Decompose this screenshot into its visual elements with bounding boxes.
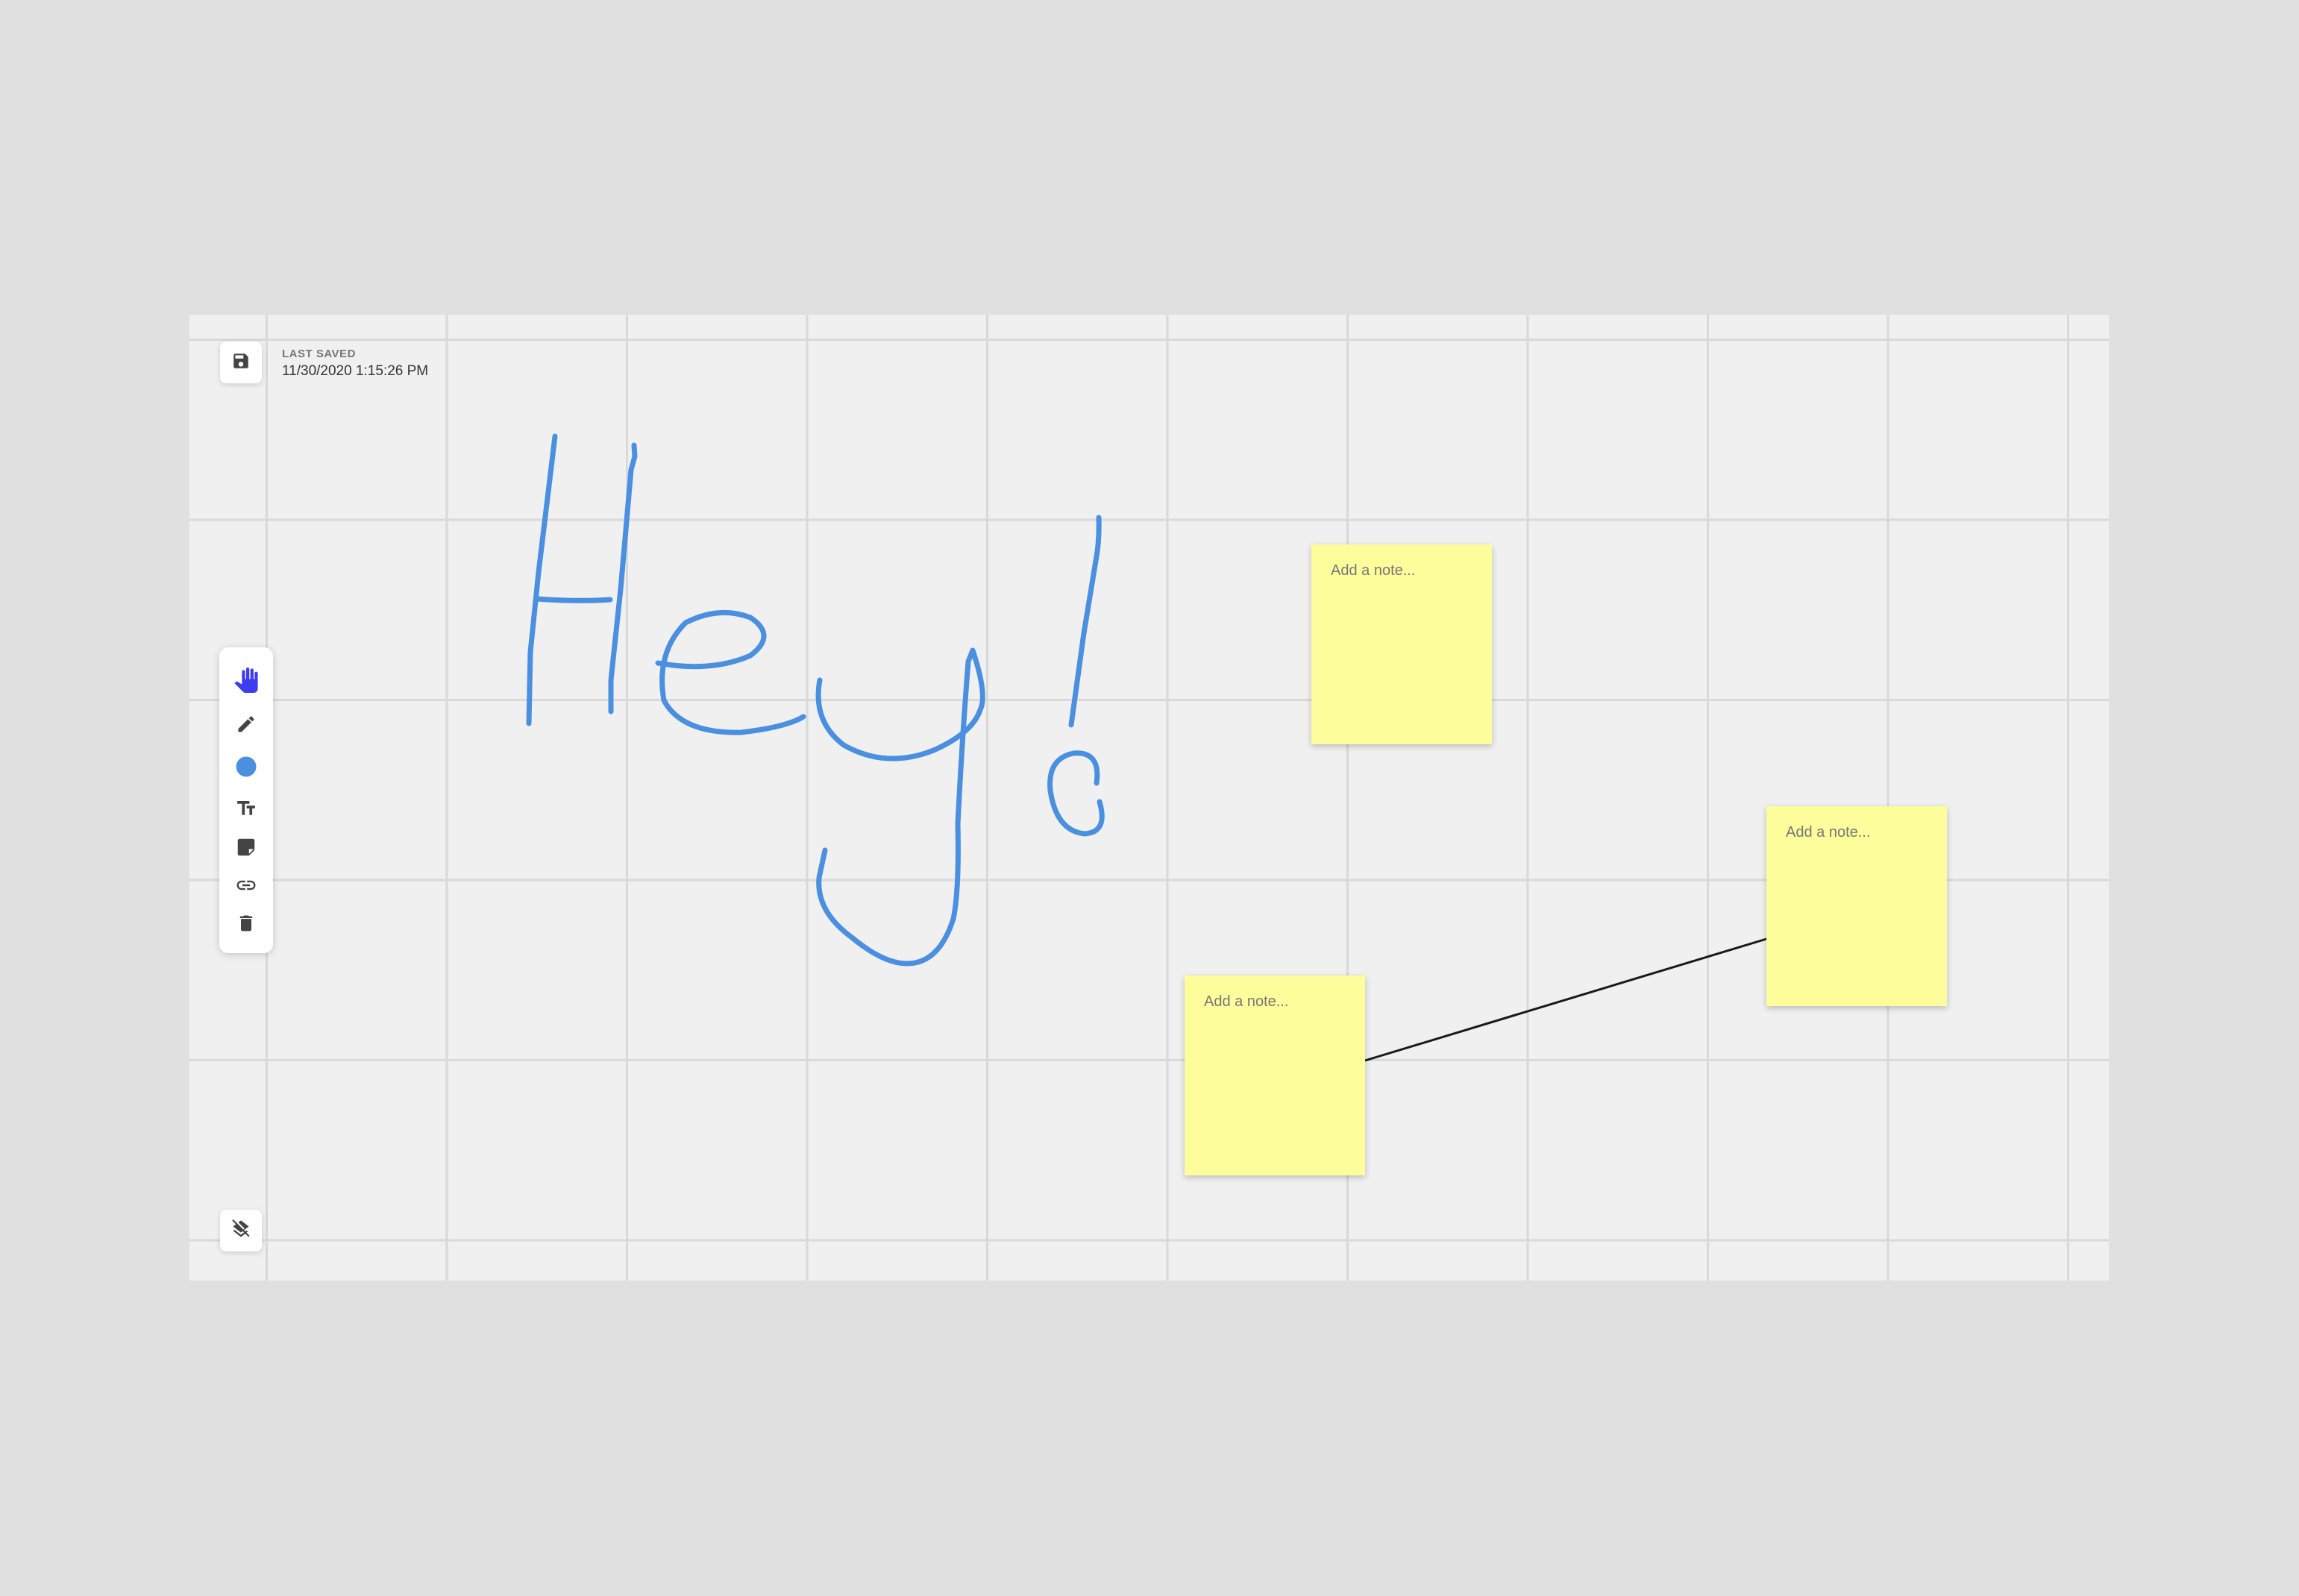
color-dot-icon — [235, 755, 257, 782]
last-saved-time: 11/30/2020 1:15:26 PM — [282, 363, 429, 379]
note-connector — [1364, 937, 1767, 1062]
stroke-h-left — [526, 433, 558, 726]
sticky-note[interactable]: Add a note... — [1766, 806, 1947, 1006]
note-placeholder[interactable]: Add a note... — [1786, 824, 1870, 841]
note-placeholder[interactable]: Add a note... — [1331, 562, 1415, 579]
stroke-dot — [1047, 750, 1105, 837]
link-icon — [235, 874, 257, 900]
sticky-note[interactable]: Add a note... — [1185, 975, 1365, 1175]
tool-palette — [219, 647, 273, 953]
layers-off-icon — [230, 1219, 251, 1243]
whiteboard-canvas[interactable]: LAST SAVED 11/30/2020 1:15:26 PM Add a n… — [189, 315, 2109, 1281]
note-placeholder[interactable]: Add a note... — [1204, 993, 1288, 1011]
stroke-e — [655, 609, 806, 735]
sticky-note-icon — [235, 836, 257, 862]
last-saved-info: LAST SAVED 11/30/2020 1:15:26 PM — [282, 348, 428, 382]
pencil-tool-button[interactable] — [219, 709, 273, 743]
save-icon — [231, 351, 251, 374]
stroke-h-bar — [534, 596, 613, 603]
toggle-layers-button[interactable] — [220, 1210, 262, 1251]
link-tool-button[interactable] — [219, 870, 273, 904]
drawing-layer[interactable] — [189, 315, 2109, 1281]
stroke-exclamation — [1068, 515, 1102, 728]
delete-tool-button[interactable] — [219, 908, 273, 942]
sticky-note-tool-button[interactable] — [219, 832, 273, 866]
stroke-h-right — [608, 442, 638, 714]
last-saved-label: LAST SAVED — [282, 348, 356, 360]
trash-icon — [236, 913, 257, 937]
save-button[interactable] — [220, 342, 262, 383]
sticky-note[interactable]: Add a note... — [1311, 544, 1492, 744]
hand-icon — [233, 667, 259, 697]
pencil-icon — [236, 714, 257, 738]
hand-tool-button[interactable] — [219, 665, 273, 699]
text-tool-button[interactable] — [219, 793, 273, 827]
color-picker-button[interactable] — [219, 751, 273, 785]
text-icon — [235, 797, 257, 823]
stroke-y-left — [815, 647, 985, 967]
